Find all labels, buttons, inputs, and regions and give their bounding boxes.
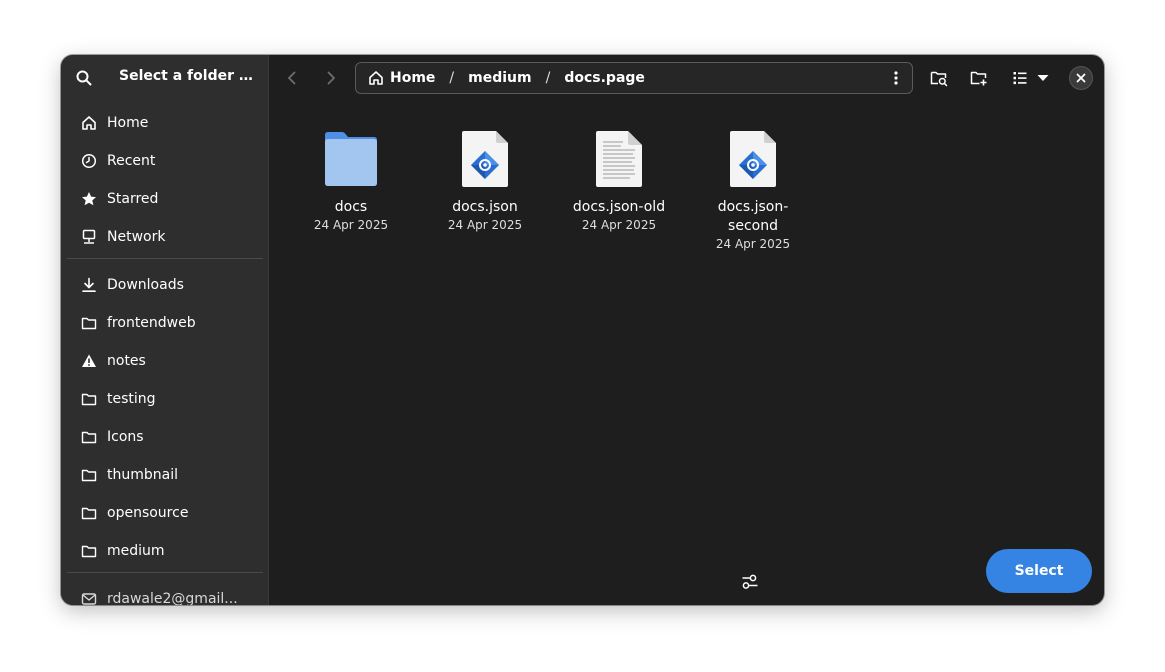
file-item-docs-json-old[interactable]: docs.json-old 24 Apr 2025 bbox=[559, 129, 679, 233]
sidebar-item-testing[interactable]: testing bbox=[67, 382, 263, 416]
file-chooser-dialog: Select a folder th… Home Recent Starred bbox=[61, 55, 1104, 605]
chevron-right-icon bbox=[327, 71, 335, 85]
clock-icon bbox=[81, 153, 97, 169]
folder-icon bbox=[81, 315, 97, 331]
file-date: 24 Apr 2025 bbox=[581, 218, 657, 232]
sidebar-item-label: Icons bbox=[107, 429, 144, 445]
download-icon bbox=[81, 277, 97, 293]
file-name: docs.json-old bbox=[572, 199, 666, 215]
sidebar-item-frontendweb[interactable]: frontendweb bbox=[67, 306, 263, 340]
sidebar-item-notes[interactable]: notes bbox=[67, 344, 263, 378]
breadcrumb-current[interactable]: docs.page bbox=[564, 70, 645, 86]
sidebar-header: Select a folder th… bbox=[61, 55, 268, 101]
places-list: Home Recent Starred Network Downloads fr… bbox=[67, 106, 263, 605]
search-location-button[interactable] bbox=[924, 64, 954, 92]
dialog-title: Select a folder th… bbox=[119, 68, 254, 84]
sidebar-separator bbox=[67, 258, 263, 259]
text-file-icon bbox=[559, 129, 679, 187]
search-button[interactable] bbox=[71, 65, 97, 91]
sidebar-item-account[interactable]: rdawale2@gmail... bbox=[67, 582, 263, 605]
sidebar-item-label: thumbnail bbox=[107, 467, 178, 483]
chevron-left-icon bbox=[288, 71, 296, 85]
select-button[interactable]: Select bbox=[986, 549, 1092, 593]
folder-icon bbox=[81, 543, 97, 559]
network-icon bbox=[81, 229, 97, 245]
new-folder-button[interactable] bbox=[964, 64, 994, 92]
sidebar-item-medium[interactable]: medium bbox=[67, 534, 263, 568]
sidebar-item-label: opensource bbox=[107, 505, 189, 521]
options-icon bbox=[742, 574, 758, 589]
sidebar-separator bbox=[67, 572, 263, 573]
sidebar: Select a folder th… Home Recent Starred bbox=[61, 55, 269, 605]
file-item-docs-json[interactable]: docs.json 24 Apr 2025 bbox=[425, 129, 545, 233]
dropdown-arrow-icon bbox=[1037, 75, 1049, 81]
path-bar: Home / medium / docs.page bbox=[355, 62, 913, 94]
json-file-icon bbox=[693, 129, 813, 187]
file-name: docs.json bbox=[452, 199, 518, 215]
forward-button[interactable] bbox=[316, 64, 346, 92]
folder-new-icon bbox=[970, 71, 987, 86]
breadcrumb-medium[interactable]: medium bbox=[468, 70, 531, 86]
folder-icon bbox=[81, 429, 97, 445]
sidebar-item-label: Starred bbox=[107, 191, 159, 207]
home-icon bbox=[369, 71, 383, 85]
sidebar-item-label: Downloads bbox=[107, 277, 184, 293]
folder-search-icon bbox=[930, 71, 948, 87]
sidebar-item-icons[interactable]: Icons bbox=[67, 420, 263, 454]
breadcrumb-separator: / bbox=[449, 70, 455, 86]
breadcrumb-home[interactable]: Home bbox=[368, 70, 435, 86]
sidebar-item-starred[interactable]: Starred bbox=[67, 182, 263, 216]
file-item-docs-json-second[interactable]: docs.json- second 24 Apr 2025 bbox=[693, 129, 813, 252]
sidebar-item-label: Home bbox=[107, 115, 149, 131]
sidebar-item-thumbnail[interactable]: thumbnail bbox=[67, 458, 263, 492]
path-menu-button[interactable] bbox=[884, 66, 908, 90]
warning-icon bbox=[81, 353, 97, 369]
home-icon bbox=[81, 115, 97, 131]
options-button[interactable] bbox=[735, 567, 765, 597]
file-date: 24 Apr 2025 bbox=[715, 237, 791, 251]
close-icon bbox=[1076, 73, 1086, 83]
sidebar-item-label: Network bbox=[107, 229, 166, 245]
back-button[interactable] bbox=[277, 64, 307, 92]
folder-icon bbox=[81, 391, 97, 407]
sidebar-item-recent[interactable]: Recent bbox=[67, 144, 263, 178]
sidebar-item-label: testing bbox=[107, 391, 156, 407]
json-file-icon bbox=[425, 129, 545, 187]
file-grid: docs 24 Apr 2025 docs.json 24 Apr 2025 d… bbox=[269, 101, 1104, 605]
sidebar-item-opensource[interactable]: opensource bbox=[67, 496, 263, 530]
mail-icon bbox=[81, 591, 97, 605]
star-icon bbox=[81, 191, 97, 207]
file-item-docs[interactable]: docs 24 Apr 2025 bbox=[291, 129, 411, 233]
search-icon bbox=[76, 70, 92, 86]
sidebar-item-downloads[interactable]: Downloads bbox=[67, 268, 263, 302]
close-button[interactable] bbox=[1069, 66, 1093, 90]
header-bar: Home / medium / docs.page bbox=[269, 55, 1104, 101]
kebab-menu-icon bbox=[894, 71, 898, 85]
file-date: 24 Apr 2025 bbox=[447, 218, 523, 232]
file-name-line: second bbox=[728, 218, 778, 234]
folder-icon bbox=[291, 129, 411, 187]
sidebar-item-label: notes bbox=[107, 353, 146, 369]
file-name: docs.json- second bbox=[693, 198, 813, 236]
folder-icon bbox=[81, 505, 97, 521]
folder-icon bbox=[81, 467, 97, 483]
sidebar-item-home[interactable]: Home bbox=[67, 106, 263, 140]
file-name-line: docs.json- bbox=[717, 199, 789, 215]
breadcrumb-label: Home bbox=[390, 70, 436, 86]
view-mode-button[interactable] bbox=[1006, 64, 1056, 92]
breadcrumb-separator: / bbox=[545, 70, 551, 86]
sidebar-item-label: frontendweb bbox=[107, 315, 196, 331]
sidebar-item-network[interactable]: Network bbox=[67, 220, 263, 254]
sidebar-item-label: rdawale2@gmail... bbox=[107, 591, 238, 605]
list-view-icon bbox=[1013, 72, 1027, 85]
sidebar-item-label: Recent bbox=[107, 153, 156, 169]
file-date: 24 Apr 2025 bbox=[313, 218, 389, 232]
file-name: docs bbox=[334, 199, 368, 215]
sidebar-item-label: medium bbox=[107, 543, 165, 559]
